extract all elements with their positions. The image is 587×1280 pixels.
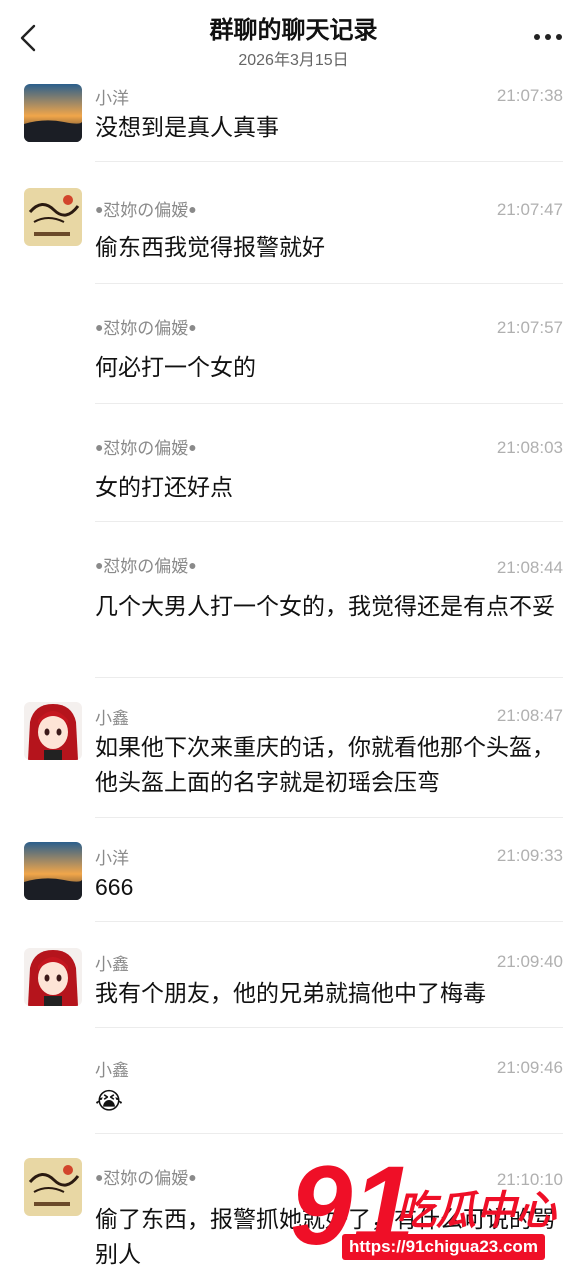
sunset-avatar[interactable] [24,842,82,900]
message-text: 几个大男人打一个女的，我觉得还是有点不妥 [95,593,555,619]
page-title: 群聊的聊天记录 [209,17,378,44]
message-time: 21:09:46 [496,1058,563,1077]
calligraphy-avatar[interactable] [24,188,82,246]
divider [95,1133,563,1134]
anime-girl-avatar[interactable] [24,702,82,760]
message-time: 21:09:40 [496,952,563,971]
sender-name: ꔷ怼妳の偏嫒ꔷ [95,439,197,458]
sender-name: 小鑫 [95,955,129,974]
message-time: 21:07:57 [496,318,563,337]
anime-girl-avatar[interactable] [24,948,82,1006]
divider [95,677,563,678]
more-horizontal-icon [534,34,562,40]
message-item: ꔷ怼妳の偏嫒ꔷ 21:07:47 偷东西我觉得报警就好 [0,186,587,284]
message-item: 小鑫 21:09:40 我有个朋友，他的兄弟就搞他中了梅毒 [0,946,587,1028]
message-item: 小洋 21:09:33 666 [0,840,587,922]
message-item: 小洋 21:07:38 没想到是真人真事 [0,82,587,162]
chat-date: 2026年3月15日 [238,52,349,69]
more-button[interactable] [531,24,565,50]
message-item: 小鑫 21:08:47 如果他下次来重庆的话，你就看他那个头盔，他头盔上面的名字… [0,700,587,818]
sender-name: ꔷ怼妳の偏嫒ꔷ [95,557,197,576]
message-text: 我有个朋友，他的兄弟就搞他中了梅毒 [95,980,486,1006]
chat-header: 群聊的聊天记录 2026年3月15日 [0,0,587,76]
message-text: 偷东西我觉得报警就好 [95,234,325,260]
message-text: 666 [95,874,134,900]
message-text: 没想到是真人真事 [95,114,279,140]
message-time: 21:08:03 [496,438,563,457]
divider [95,521,563,522]
watermark-url: https://91chigua23.com [342,1234,545,1260]
divider [95,283,563,284]
sender-name: ꔷ怼妳の偏嫒ꔷ [95,1169,197,1188]
crying-emoji: 😭 [95,1088,124,1115]
message-time: 21:08:47 [496,706,563,725]
divider [95,161,563,162]
message-item: ꔷ怼妳の偏嫒ꔷ 21:08:44 几个大男人打一个女的，我觉得还是有点不妥 [0,546,587,678]
message-time: 21:08:44 [496,558,563,577]
message-time: 21:09:33 [496,846,563,865]
sunset-avatar[interactable] [24,84,82,142]
sender-name: 小洋 [95,89,129,108]
site-watermark: 91 吃瓜中心 https://91chigua23.com [290,1150,580,1275]
divider [95,403,563,404]
message-text: 如果他下次来重庆的话，你就看他那个头盔，他头盔上面的名字就是初瑶会压弯 [95,734,555,795]
message-text: 女的打还好点 [95,474,233,500]
watermark-brand: 吃瓜中心 [396,1189,556,1233]
sender-name: 小鑫 [95,709,129,728]
calligraphy-avatar[interactable] [24,1158,82,1216]
message-item: ꔷ怼妳の偏嫒ꔷ 21:08:03 女的打还好点 [0,426,587,522]
sender-name: 小鑫 [95,1061,129,1080]
message-item: 小鑫 21:09:46 😭 [0,1052,587,1134]
sender-name: ꔷ怼妳の偏嫒ꔷ [95,201,197,220]
message-time: 21:07:38 [496,86,563,105]
sender-name: ꔷ怼妳の偏嫒ꔷ [95,319,197,338]
sender-name: 小洋 [95,849,129,868]
message-time: 21:07:47 [496,200,563,219]
message-item: ꔷ怼妳の偏嫒ꔷ 21:07:57 何必打一个女的 [0,306,587,404]
divider [95,817,563,818]
divider [95,1027,563,1028]
divider [95,921,563,922]
message-text: 何必打一个女的 [95,354,256,380]
